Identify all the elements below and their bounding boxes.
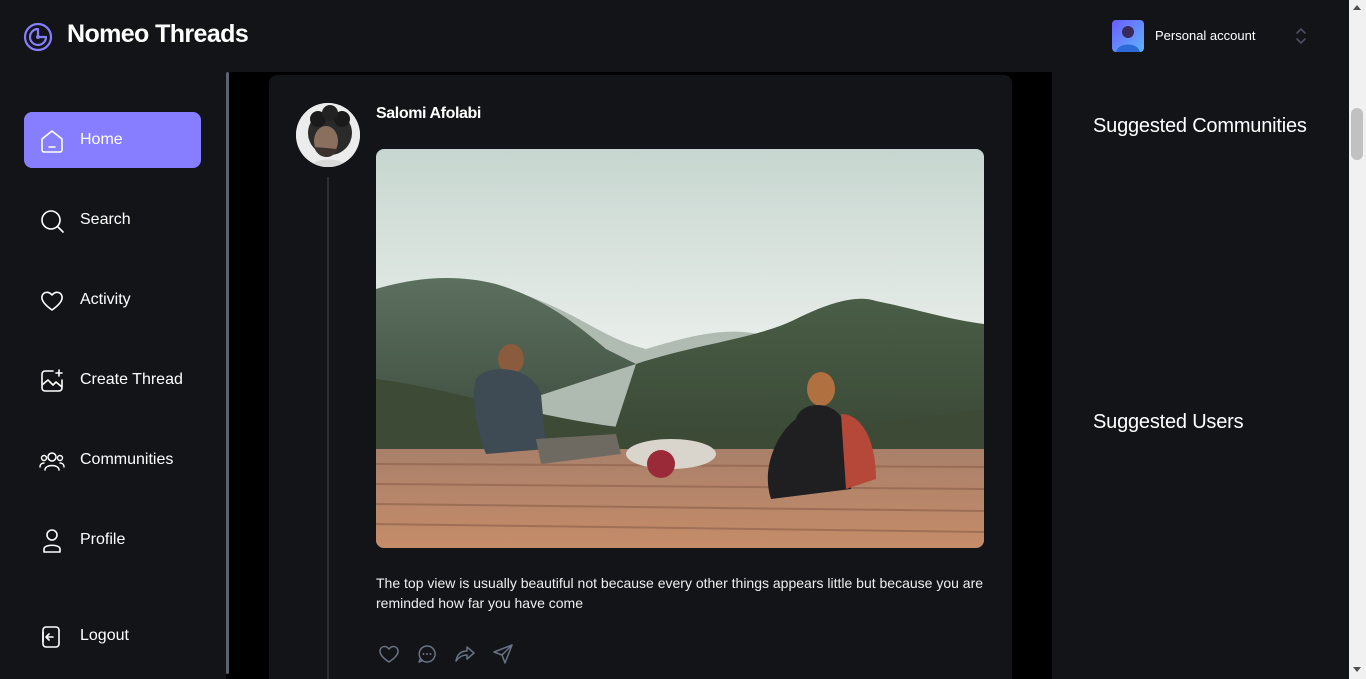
main-feed: Salomi Afolabi The top view is usually b…: [229, 72, 1052, 679]
logo-icon[interactable]: [23, 22, 53, 52]
create-thread-icon: [41, 369, 63, 392]
sidebar-item-label: Home: [80, 131, 123, 148]
post-text: The top view is usually beautiful not be…: [376, 575, 984, 611]
logout-icon: [42, 626, 60, 648]
sidebar-item-label: Communities: [80, 451, 174, 468]
thread-card: Salomi Afolabi The top view is usually b…: [269, 75, 1012, 679]
account-switcher[interactable]: Personal account: [1112, 20, 1312, 52]
sidebar-item-label: Create Thread: [80, 371, 183, 388]
heart-icon: [41, 291, 63, 311]
like-icon[interactable]: [378, 643, 400, 665]
suggested-users-heading: Suggested Users: [1093, 411, 1244, 433]
suggested-communities-heading: Suggested Communities: [1093, 115, 1307, 137]
left-sidebar: Home Search Activity Create Thread Commu…: [0, 72, 226, 679]
logout-button[interactable]: Logout: [24, 608, 201, 664]
search-icon: [41, 210, 64, 233]
author-avatar[interactable]: [296, 103, 360, 167]
profile-icon: [43, 529, 61, 553]
logout-label: Logout: [80, 627, 129, 644]
sidebar-item-create-thread[interactable]: Create Thread: [24, 352, 201, 408]
sidebar-item-label: Activity: [80, 291, 131, 308]
sidebar-item-search[interactable]: Search: [24, 192, 201, 248]
sidebar-item-label: Profile: [80, 531, 126, 548]
sidebar-item-home[interactable]: Home: [24, 112, 201, 168]
chevron-updown-icon[interactable]: [1294, 26, 1308, 46]
scrollbar-thumb[interactable]: [1351, 108, 1363, 160]
page-scrollbar[interactable]: [1349, 0, 1366, 679]
sidebar-item-communities[interactable]: Communities: [24, 432, 201, 488]
account-avatar: [1112, 20, 1144, 52]
account-label: Personal account: [1155, 28, 1256, 43]
scroll-down-arrow-icon[interactable]: [1353, 667, 1361, 672]
right-sidebar: Suggested Communities Suggested Users: [1052, 72, 1349, 679]
home-icon: [41, 130, 63, 153]
share-icon[interactable]: [492, 643, 514, 665]
communities-icon: [39, 452, 65, 471]
thread-connector-line: [327, 177, 329, 679]
repost-icon[interactable]: [454, 643, 476, 665]
sidebar-item-label: Search: [80, 211, 131, 228]
reply-icon[interactable]: [416, 643, 438, 665]
sidebar-item-activity[interactable]: Activity: [24, 272, 201, 328]
topbar: Nomeo Threads Personal account: [0, 0, 1349, 72]
scroll-up-arrow-icon[interactable]: [1353, 5, 1361, 10]
post-image[interactable]: [376, 149, 984, 548]
brand-name[interactable]: Nomeo Threads: [67, 20, 249, 49]
author-name[interactable]: Salomi Afolabi: [376, 105, 481, 123]
sidebar-item-profile[interactable]: Profile: [24, 512, 201, 568]
